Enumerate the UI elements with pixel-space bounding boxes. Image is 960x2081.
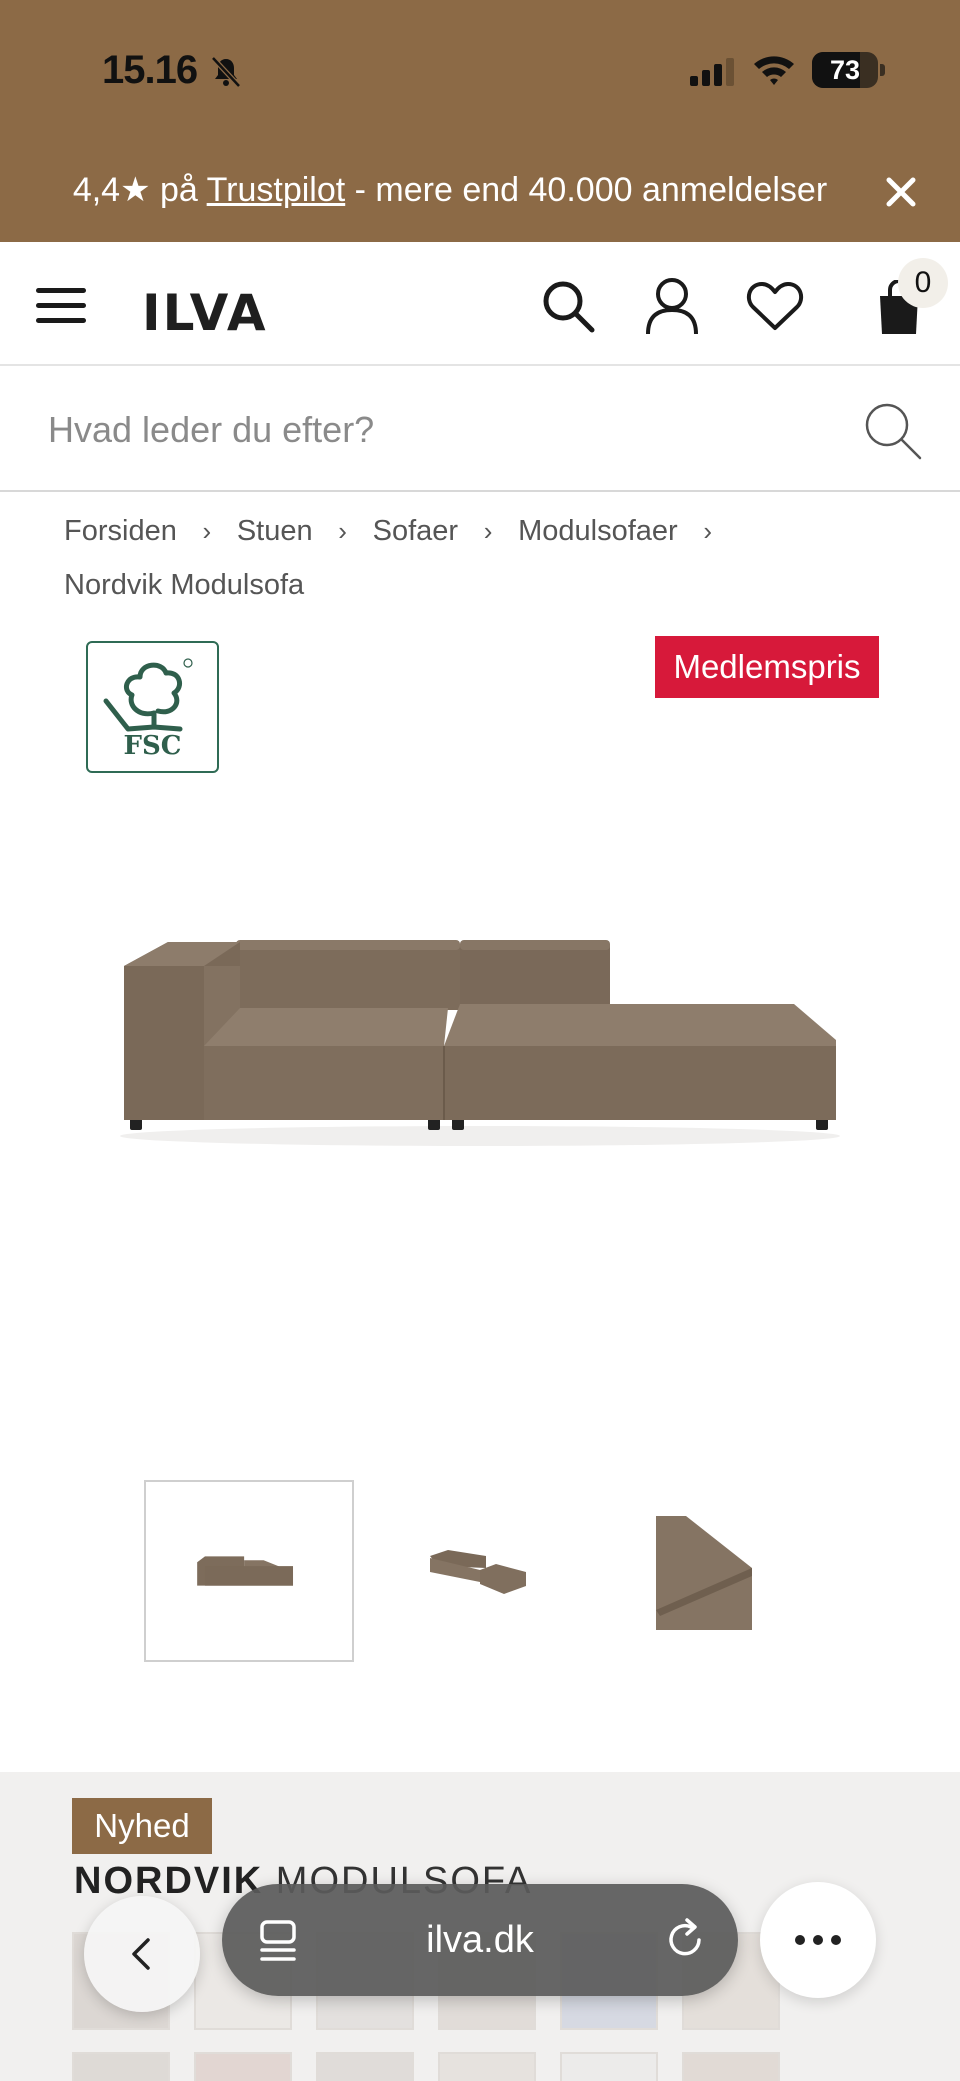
breadcrumb: Forsiden › Stuen › Sofaer › Modulsofaer › Nordvi… (64, 504, 924, 612)
breadcrumb-item-current: Nordvik Modulsofa (64, 569, 305, 601)
search-input[interactable] (48, 398, 848, 462)
heart-icon[interactable] (746, 280, 804, 332)
thumbnail-image-front (197, 1556, 294, 1586)
breadcrumb-separator: › (483, 516, 493, 546)
breadcrumb-separator: › (703, 516, 712, 546)
battery-cap (880, 64, 885, 76)
promo-banner-text: 4,4★ på Trustpilot - mere end 40.000 anm… (0, 170, 900, 210)
color-swatch[interactable] (316, 2052, 414, 2081)
breadcrumb-item-sofaer[interactable]: Sofaer (373, 504, 458, 558)
thumbnail-image-fabric (656, 1516, 752, 1630)
browser-more-button[interactable] (760, 1882, 876, 1998)
search-icon[interactable] (540, 278, 596, 334)
cart-count-badge[interactable]: 0 (898, 258, 948, 308)
promo-rating: 4,4★ på (72, 171, 207, 209)
bell-slash-icon (211, 56, 241, 88)
reload-icon[interactable] (662, 1916, 708, 1962)
thumbnail-image-angle (430, 1550, 526, 1594)
search-icon[interactable] (862, 400, 924, 462)
site-header: ILVA (0, 242, 960, 366)
thumbnail-2[interactable] (376, 1480, 586, 1662)
browser-back-button[interactable] (84, 1896, 200, 2012)
battery-indicator: 73 (812, 52, 878, 88)
status-time: 15.16 (102, 48, 198, 92)
color-swatch[interactable] (438, 2052, 536, 2081)
breadcrumb-item-forsiden[interactable]: Forsiden (64, 504, 177, 558)
fsc-label: FSC (123, 731, 182, 761)
thumbnail-1[interactable] (144, 1480, 354, 1662)
new-badge: Nyhed (72, 1798, 212, 1854)
browser-address-bar[interactable]: ilva.dk (222, 1884, 738, 1996)
account-icon[interactable] (644, 276, 700, 336)
signal-icon (690, 58, 734, 86)
color-swatch[interactable] (72, 2052, 170, 2081)
promo-rest: - mere end 40.000 anmeldelser (345, 171, 828, 209)
color-swatch[interactable] (194, 2052, 292, 2081)
menu-icon[interactable] (36, 286, 86, 326)
breadcrumb-separator: › (202, 516, 212, 546)
ilva-logo[interactable]: ILVA (142, 284, 268, 342)
product-image-sofa[interactable] (110, 900, 850, 1160)
close-icon[interactable] (884, 175, 918, 209)
fsc-badge: FSC (86, 641, 219, 773)
battery-level: 73 (829, 54, 861, 85)
thumbnail-3[interactable] (608, 1480, 818, 1662)
trustpilot-link[interactable]: Trustpilot (207, 171, 346, 209)
more-icon (795, 1935, 841, 1945)
color-swatch[interactable] (682, 2052, 780, 2081)
chevron-left-icon (132, 1938, 150, 1970)
member-price-badge: Medlemspris (655, 636, 879, 698)
wifi-icon (754, 56, 794, 85)
search-bar (0, 368, 960, 492)
browser-url[interactable]: ilva.dk (222, 1884, 738, 1996)
breadcrumb-item-modulsofaer[interactable]: Modulsofaer (518, 504, 678, 558)
breadcrumb-separator: › (338, 516, 347, 546)
breadcrumb-item-stuen[interactable]: Stuen (237, 504, 313, 558)
color-swatch[interactable] (560, 2052, 658, 2081)
